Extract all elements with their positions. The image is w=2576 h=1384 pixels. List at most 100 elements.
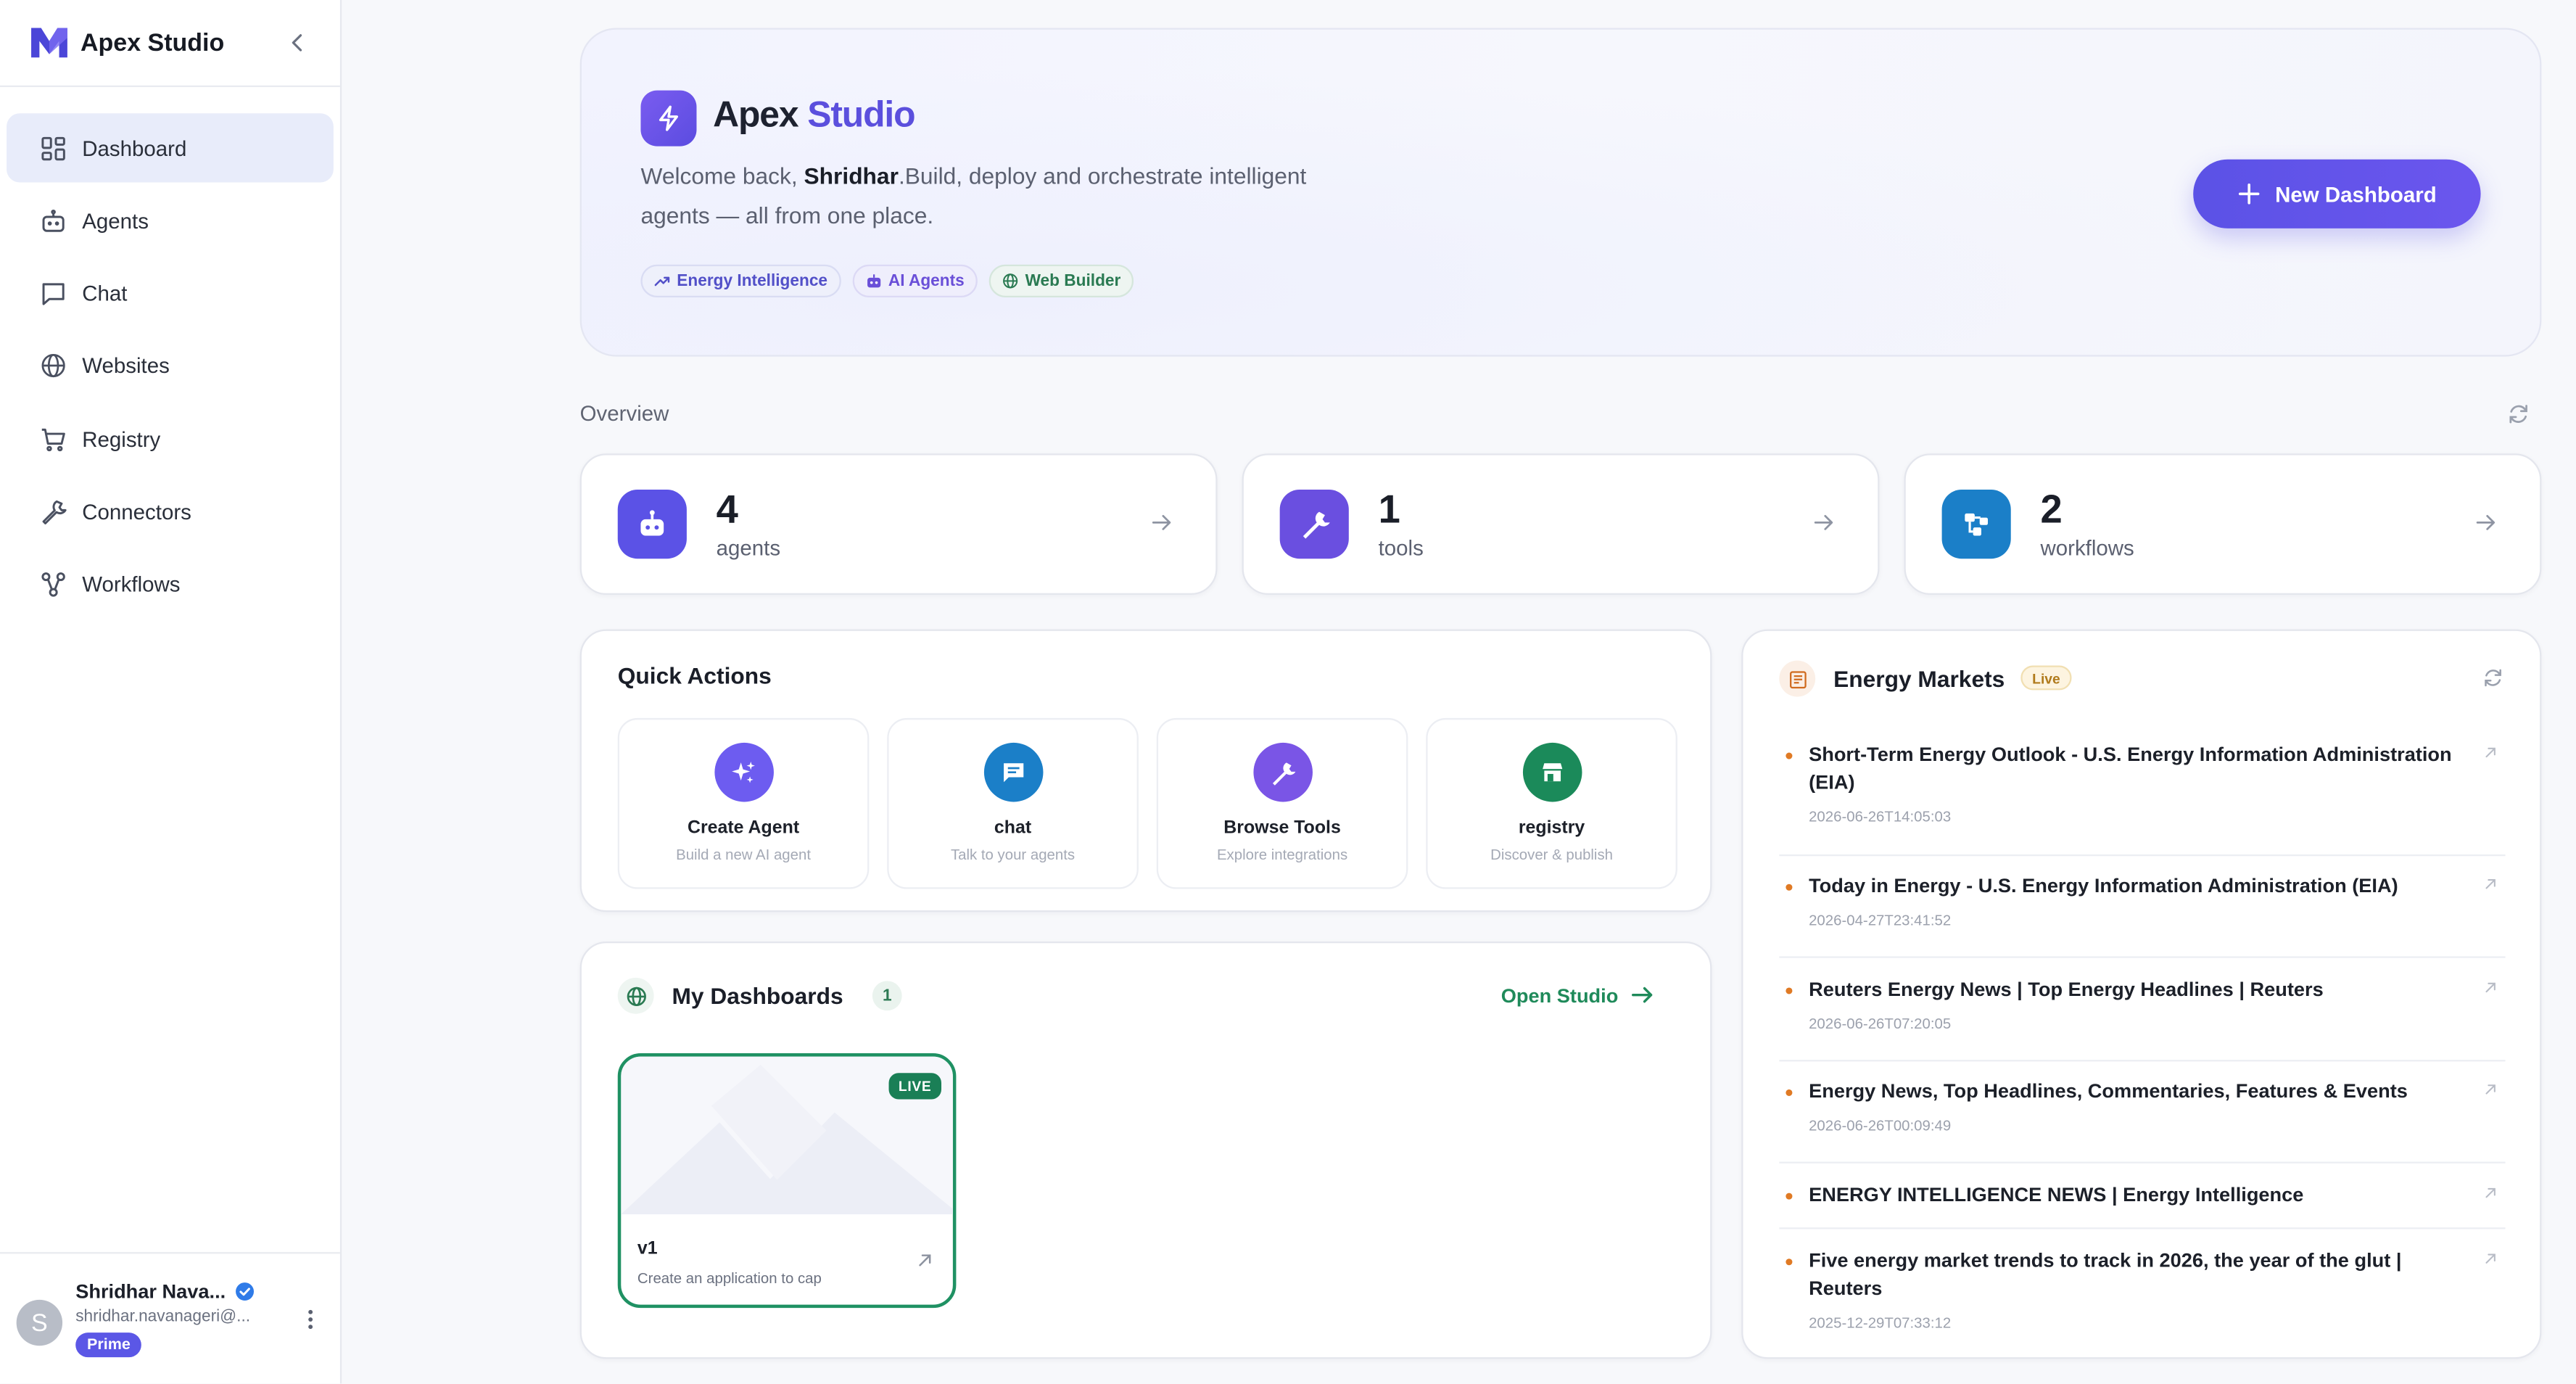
news-item[interactable]: Short-Term Energy Outlook - U.S. Energy …: [1779, 741, 2506, 857]
bullet-dot: [1786, 752, 1793, 759]
verified-badge-icon: [236, 1281, 255, 1300]
dashboard-icon: [41, 136, 65, 160]
workflow-icon: [41, 572, 65, 598]
user-email: shridhar.navanageri@...: [75, 1308, 251, 1327]
hero-subtitle: Welcome back, Shridhar.Build, deploy and…: [640, 162, 1307, 228]
stat-text: 4 agents: [716, 487, 780, 560]
sidebar-item-label: Agents: [82, 208, 149, 234]
news-time: 2026-04-27T23:41:52: [1809, 912, 1952, 928]
news-item[interactable]: Energy News, Top Headlines, Commentaries…: [1779, 1078, 2506, 1163]
open-studio-link[interactable]: Open Studio: [1501, 983, 1654, 1008]
more-vertical-icon[interactable]: [297, 1306, 323, 1332]
quick-action-browse-tools[interactable]: Browse Tools Explore integrations: [1156, 717, 1408, 889]
sidebar-item-label: Websites: [82, 353, 170, 379]
arrow-right-icon: [1152, 514, 1171, 530]
live-badge: LIVE: [888, 1073, 942, 1100]
user-name: Shridhar Nava...: [75, 1279, 226, 1303]
quick-action-desc: Explore integrations: [1216, 846, 1348, 863]
chip-web-builder[interactable]: Web Builder: [988, 264, 1134, 298]
news-item[interactable]: Reuters Energy News | Top Energy Headlin…: [1779, 976, 2506, 1062]
stat-value: 2: [2040, 487, 2063, 532]
sidebar-item-workflows[interactable]: Workflows: [7, 550, 334, 619]
news-title: Reuters Energy News | Top Energy Headlin…: [1809, 977, 2324, 1001]
dashboard-name: v1: [637, 1239, 658, 1259]
new-dashboard-button[interactable]: New Dashboard: [2193, 159, 2481, 228]
stat-card-tools[interactable]: 1 tools: [1242, 453, 1880, 596]
sidebar-item-dashboard[interactable]: Dashboard: [7, 113, 334, 183]
news-time: 2026-06-26T14:05:03: [1809, 808, 1952, 825]
stat-value: 4: [716, 487, 738, 532]
cart-icon: [41, 428, 65, 451]
sidebar-item-websites[interactable]: Websites: [7, 331, 334, 400]
workflow-icon: [1941, 490, 2011, 559]
user-info: Shridhar Nava... shridhar.navanageri@...…: [75, 1277, 297, 1358]
main-content: Apex Studio Welcome back, Shridhar.Build…: [342, 0, 2576, 1383]
sparkles-icon: [714, 742, 773, 802]
dashboard-card-v1[interactable]: LIVE v1 Create an application to cap: [617, 1053, 957, 1309]
wrench-icon: [1252, 742, 1312, 802]
user-first-name: Shridhar: [804, 162, 899, 189]
lightning-icon: [640, 90, 697, 147]
sidebar-item-connectors[interactable]: Connectors: [7, 477, 334, 546]
stat-label: workflows: [2040, 535, 2134, 560]
bullet-dot: [1786, 1259, 1793, 1266]
live-badge: Live: [2020, 665, 2072, 691]
refresh-icon[interactable]: [2507, 403, 2530, 426]
feature-chips: Energy Intelligence AI Agents Web Builde…: [640, 264, 1134, 298]
external-link-icon: [2485, 747, 2496, 758]
chat-icon: [42, 283, 65, 305]
chevron-left-icon[interactable]: [284, 30, 310, 56]
stat-card-workflows[interactable]: 2 workflows: [1904, 453, 2542, 596]
wrench-icon: [42, 500, 67, 524]
energy-markets-card: Energy Markets Live Short-Term Energy Ou…: [1741, 629, 2542, 1359]
stat-text: 2 workflows: [2040, 487, 2134, 560]
news-item[interactable]: Five energy market trends to track in 20…: [1779, 1247, 2505, 1346]
newspaper-icon: [1779, 660, 1816, 697]
quick-action-chat[interactable]: chat Talk to your agents: [887, 717, 1139, 889]
sidebar-item-label: Chat: [82, 281, 128, 306]
bullet-dot: [1786, 1193, 1793, 1200]
quick-actions-card: Quick Actions Create Agent Build a new A…: [579, 629, 1712, 913]
overview-heading: Overview: [579, 400, 669, 426]
external-link-icon[interactable]: [915, 1251, 935, 1270]
external-link-icon: [2485, 1253, 2496, 1264]
quick-action-create-agent[interactable]: Create Agent Build a new AI agent: [617, 717, 870, 889]
news-title: Energy News, Top Headlines, Commentaries…: [1809, 1079, 2408, 1103]
sidebar-item-chat[interactable]: Chat: [7, 259, 334, 328]
news-item[interactable]: ENERGY INTELLIGENCE NEWS | Energy Intell…: [1779, 1182, 2506, 1229]
external-link-icon: [2485, 982, 2496, 993]
bullet-dot: [1786, 987, 1793, 994]
my-dashboards-card: My Dashboards 1 Open Studio LIVE v1 Crea…: [579, 942, 1712, 1359]
stat-label: tools: [1378, 535, 1424, 560]
globe-icon: [1003, 273, 1018, 289]
sidebar-header: Apex Studio: [0, 0, 340, 88]
sidebar-item-label: Dashboard: [82, 135, 187, 160]
wrench-icon: [1279, 490, 1349, 559]
quick-action-desc: Discover & publish: [1490, 846, 1613, 863]
sidebar-item-agents[interactable]: Agents: [7, 186, 334, 255]
bullet-dot: [1786, 1089, 1793, 1096]
sidebar-item-registry[interactable]: Registry: [7, 405, 334, 474]
globe-icon: [41, 354, 65, 378]
trending-up-icon: [654, 276, 670, 287]
stat-card-agents[interactable]: 4 agents: [579, 453, 1218, 596]
quick-action-desc: Talk to your agents: [950, 846, 1076, 863]
news-title: ENERGY INTELLIGENCE NEWS | Energy Intell…: [1809, 1183, 2304, 1206]
dashboard-thumbnail: LIVE: [621, 1056, 953, 1215]
dashboards-count-badge: 1: [872, 981, 902, 1011]
external-link-icon: [2485, 879, 2496, 889]
chip-ai-agents[interactable]: AI Agents: [852, 264, 978, 298]
avatar: S: [16, 1299, 63, 1346]
quick-action-name: Browse Tools: [1223, 818, 1341, 839]
energy-markets-title: Energy Markets: [1833, 665, 2005, 692]
bot-icon: [42, 209, 65, 232]
refresh-icon[interactable]: [2482, 667, 2503, 688]
user-profile[interactable]: S Shridhar Nava... shridhar.navanageri@.…: [0, 1252, 340, 1383]
message-icon: [983, 742, 1043, 802]
quick-action-registry[interactable]: registry Discover & publish: [1426, 717, 1677, 889]
my-dashboards-title: My Dashboards: [672, 982, 843, 1009]
sidebar-item-label: Connectors: [82, 499, 191, 524]
plus-icon: [2238, 184, 2260, 205]
news-item[interactable]: Today in Energy - U.S. Energy Informatio…: [1779, 873, 2506, 958]
chip-energy-intelligence[interactable]: Energy Intelligence: [640, 264, 841, 298]
